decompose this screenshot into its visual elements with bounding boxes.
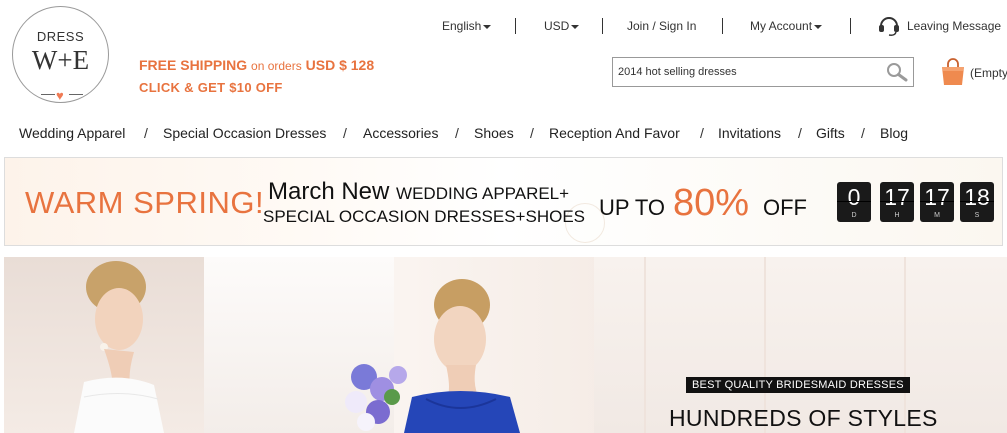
bride-model-image: [74, 261, 164, 433]
chevron-down-icon: [483, 24, 492, 29]
countdown-hours: 17 H: [880, 182, 914, 222]
join-sign-in-link[interactable]: Join / Sign In: [627, 17, 696, 35]
nav-accessories[interactable]: Accessories: [363, 124, 438, 142]
search-box: [612, 57, 914, 87]
nav-separator: /: [455, 125, 459, 141]
search-icon[interactable]: [884, 61, 910, 83]
nav-shoes[interactable]: Shoes: [474, 124, 514, 142]
logo-arrow-left-icon: [41, 94, 55, 95]
leaving-message-link[interactable]: Leaving Message: [907, 17, 1001, 35]
hero-headline: HUNDREDS OF STYLES: [669, 405, 938, 431]
nav-separator: /: [144, 125, 148, 141]
countdown-value: 0: [847, 184, 861, 210]
nav-separator: /: [700, 125, 704, 141]
free-shipping-orders-text: on orders: [251, 59, 302, 73]
countdown-unit: H: [894, 212, 900, 219]
free-shipping-label: FREE SHIPPING: [139, 57, 248, 73]
logo-arrow-right-icon: [69, 94, 83, 95]
divider: [850, 18, 851, 34]
spring-sale-banner[interactable]: WARM SPRING! March New WEDDING APPAREL+ …: [4, 157, 1003, 246]
my-account-menu[interactable]: My Account: [750, 17, 823, 35]
language-selector[interactable]: English: [442, 17, 492, 35]
nav-separator: /: [861, 125, 865, 141]
nav-gifts[interactable]: Gifts: [816, 124, 845, 142]
banner-line-2: SPECIAL OCCASION DRESSES+SHOES: [263, 207, 585, 226]
language-label: English: [442, 19, 482, 33]
nav-invitations[interactable]: Invitations: [718, 124, 781, 142]
search-input[interactable]: [618, 64, 878, 80]
site-logo[interactable]: DRESS W+E ♥: [12, 6, 109, 103]
nav-separator: /: [530, 125, 534, 141]
category-nav: Wedding Apparel / Special Occasion Dress…: [0, 124, 1007, 142]
chevron-down-icon: [571, 24, 580, 29]
banner-line-1: March New WEDDING APPAREL+: [268, 178, 569, 206]
divider: [602, 18, 603, 34]
countdown-value: 18: [964, 184, 990, 210]
nav-separator: /: [798, 125, 802, 141]
nav-reception-and-favor[interactable]: Reception And Favor: [549, 124, 680, 142]
headset-icon[interactable]: [877, 13, 901, 37]
banner-headline: WARM SPRING!: [25, 185, 265, 220]
cart-status[interactable]: (Empty: [970, 66, 1007, 80]
heart-icon: ♥: [56, 88, 64, 103]
logo-line-dress: DRESS: [36, 29, 85, 44]
shopping-bag-icon[interactable]: [940, 58, 966, 86]
countdown-unit: D: [851, 212, 857, 219]
free-shipping-amount: USD $ 128: [305, 57, 375, 73]
countdown-value: 17: [924, 184, 950, 210]
nav-wedding-apparel[interactable]: Wedding Apparel: [19, 124, 125, 142]
nav-blog[interactable]: Blog: [880, 124, 908, 142]
countdown-minutes: 17 M: [920, 182, 954, 222]
my-account-label: My Account: [750, 19, 813, 33]
banner-discount-percent: 80%: [673, 182, 750, 224]
divider: [722, 18, 723, 34]
free-shipping-promo: FREE SHIPPING on orders USD $ 128: [139, 57, 374, 73]
countdown-days: 0 D: [837, 182, 871, 222]
nav-special-occasion-dresses[interactable]: Special Occasion Dresses: [163, 124, 326, 142]
nav-separator: /: [343, 125, 347, 141]
chevron-down-icon: [814, 24, 823, 29]
currency-label: USD: [544, 19, 570, 33]
countdown-unit: S: [974, 212, 980, 219]
hero-tag: BEST QUALITY BRIDESMAID DRESSES: [686, 377, 910, 393]
currency-selector[interactable]: USD: [544, 17, 580, 35]
bridesmaid-model-image: [345, 279, 520, 433]
countdown-seconds: 18 S: [960, 182, 994, 222]
banner-wedding-apparel: WEDDING APPAREL+: [396, 184, 570, 203]
banner-march-new: March New: [268, 178, 390, 205]
hero-slider[interactable]: BEST QUALITY BRIDESMAID DRESSES HUNDREDS…: [4, 257, 1007, 433]
wall-panel-line: [644, 257, 646, 433]
countdown-unit: M: [934, 212, 940, 219]
divider: [515, 18, 516, 34]
coupon-link[interactable]: CLICK & GET $10 OFF: [139, 80, 283, 95]
logo-line-we: W+E: [31, 45, 90, 75]
banner-up-to: UP TO: [599, 195, 666, 220]
banner-off: OFF: [763, 195, 807, 220]
countdown-value: 17: [884, 184, 910, 210]
